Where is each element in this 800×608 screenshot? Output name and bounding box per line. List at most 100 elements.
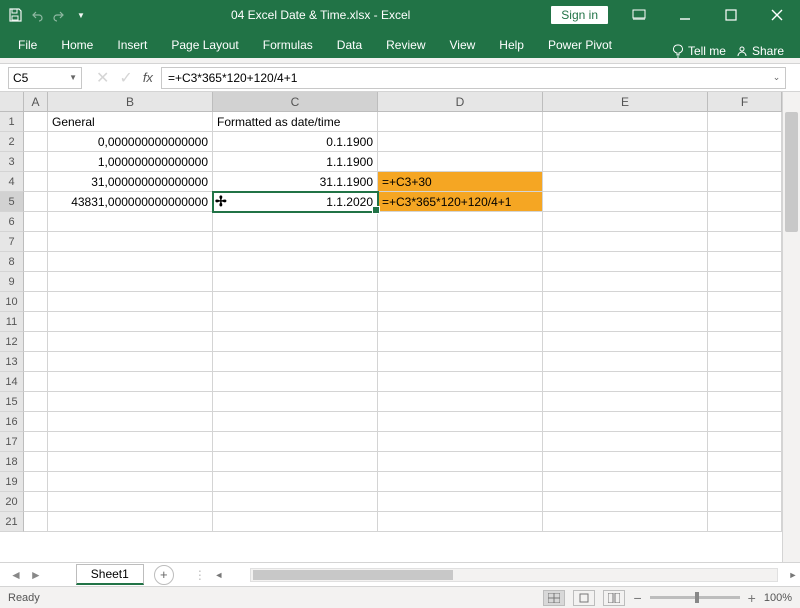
vertical-scrollbar[interactable] [782,92,800,562]
cell-F13[interactable] [708,352,782,372]
row-header-16[interactable]: 16 [0,412,24,432]
cell-E12[interactable] [543,332,708,352]
cell-D14[interactable] [378,372,543,392]
cell-A15[interactable] [24,392,48,412]
cell-E5[interactable] [543,192,708,212]
hscroll-left-icon[interactable]: ◄ [212,570,226,580]
cell-A19[interactable] [24,472,48,492]
zoom-slider[interactable] [650,596,740,599]
close-icon[interactable] [754,0,800,30]
cell-E6[interactable] [543,212,708,232]
tab-view[interactable]: View [438,32,488,58]
cell-C11[interactable] [213,312,378,332]
cell-F11[interactable] [708,312,782,332]
cell-D12[interactable] [378,332,543,352]
cell-F10[interactable] [708,292,782,312]
row-header-7[interactable]: 7 [0,232,24,252]
column-header-B[interactable]: B [48,92,213,111]
column-header-A[interactable]: A [24,92,48,111]
cell-D9[interactable] [378,272,543,292]
cell-C1[interactable]: Formatted as date/time [213,112,378,132]
cell-F2[interactable] [708,132,782,152]
cell-B21[interactable] [48,512,213,532]
cell-B20[interactable] [48,492,213,512]
cell-E15[interactable] [543,392,708,412]
cell-B17[interactable] [48,432,213,452]
cell-A18[interactable] [24,452,48,472]
cell-E7[interactable] [543,232,708,252]
cell-F1[interactable] [708,112,782,132]
cell-B7[interactable] [48,232,213,252]
cell-F20[interactable] [708,492,782,512]
tab-formulas[interactable]: Formulas [251,32,325,58]
cell-A5[interactable] [24,192,48,212]
row-header-5[interactable]: 5 [0,192,24,212]
row-header-21[interactable]: 21 [0,512,24,532]
new-sheet-button[interactable]: + [154,565,174,585]
hscroll-right-icon[interactable]: ► [786,570,800,580]
cell-F18[interactable] [708,452,782,472]
cell-F19[interactable] [708,472,782,492]
sheet-nav-prev-icon[interactable]: ◄ [10,568,22,582]
cell-C3[interactable]: 1.1.1900 [213,152,378,172]
cell-D16[interactable] [378,412,543,432]
cell-D15[interactable] [378,392,543,412]
cell-B3[interactable]: 1,000000000000000 [48,152,213,172]
normal-view-button[interactable] [543,590,565,606]
row-header-10[interactable]: 10 [0,292,24,312]
cell-C14[interactable] [213,372,378,392]
row-header-18[interactable]: 18 [0,452,24,472]
cell-B13[interactable] [48,352,213,372]
cell-D11[interactable] [378,312,543,332]
tab-review[interactable]: Review [374,32,437,58]
cell-E3[interactable] [543,152,708,172]
column-header-F[interactable]: F [708,92,782,111]
cell-B2[interactable]: 0,000000000000000 [48,132,213,152]
maximize-icon[interactable] [708,0,754,30]
cell-A9[interactable] [24,272,48,292]
cell-A17[interactable] [24,432,48,452]
cell-D4[interactable]: =+C3+30 [378,172,543,192]
cell-C9[interactable] [213,272,378,292]
cell-B10[interactable] [48,292,213,312]
cell-C10[interactable] [213,292,378,312]
cell-A14[interactable] [24,372,48,392]
cell-D13[interactable] [378,352,543,372]
cell-F3[interactable] [708,152,782,172]
cell-C16[interactable] [213,412,378,432]
cell-A13[interactable] [24,352,48,372]
cell-E16[interactable] [543,412,708,432]
cell-E10[interactable] [543,292,708,312]
cell-F4[interactable] [708,172,782,192]
tab-page-layout[interactable]: Page Layout [159,32,250,58]
tab-file[interactable]: File [6,32,49,58]
row-header-1[interactable]: 1 [0,112,24,132]
row-header-13[interactable]: 13 [0,352,24,372]
cell-D7[interactable] [378,232,543,252]
cell-B19[interactable] [48,472,213,492]
cell-E20[interactable] [543,492,708,512]
cell-E2[interactable] [543,132,708,152]
cell-B8[interactable] [48,252,213,272]
cell-D19[interactable] [378,472,543,492]
row-header-15[interactable]: 15 [0,392,24,412]
cell-F6[interactable] [708,212,782,232]
cell-A7[interactable] [24,232,48,252]
sign-in-button[interactable]: Sign in [551,6,608,24]
row-header-20[interactable]: 20 [0,492,24,512]
column-header-E[interactable]: E [543,92,708,111]
cell-C21[interactable] [213,512,378,532]
cell-D2[interactable] [378,132,543,152]
cell-F8[interactable] [708,252,782,272]
row-header-11[interactable]: 11 [0,312,24,332]
cell-E8[interactable] [543,252,708,272]
cell-C6[interactable] [213,212,378,232]
cell-A12[interactable] [24,332,48,352]
sheet-tab[interactable]: Sheet1 [76,564,144,585]
minimize-icon[interactable] [662,0,708,30]
tab-data[interactable]: Data [325,32,374,58]
column-header-D[interactable]: D [378,92,543,111]
ribbon-display-icon[interactable] [616,0,662,30]
cell-A21[interactable] [24,512,48,532]
cell-C17[interactable] [213,432,378,452]
